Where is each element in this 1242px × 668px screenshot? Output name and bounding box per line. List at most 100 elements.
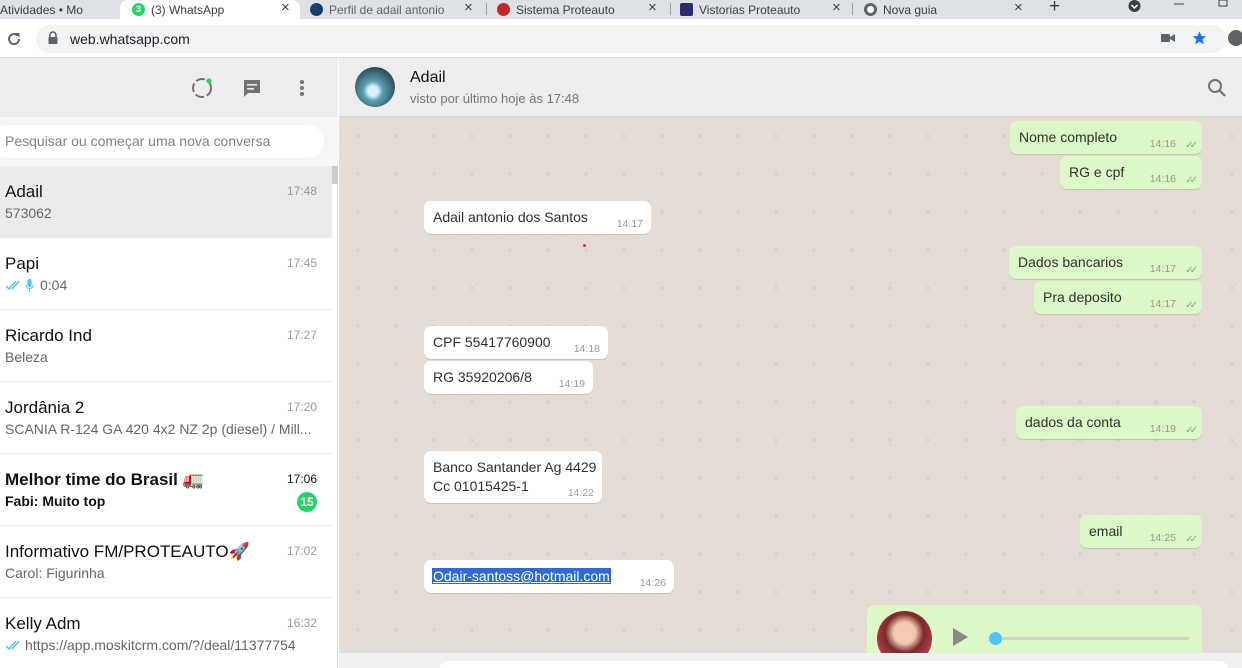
- chrome-tab-icon: [864, 3, 877, 16]
- chat-item-papi[interactable]: Papi 17:45 0:04: [0, 238, 332, 310]
- message-text: CPF 55417760900: [433, 334, 551, 350]
- tab-close-icon[interactable]: ×: [1014, 0, 1023, 19]
- message-time: 14:19: [1149, 423, 1176, 435]
- chat-name: Papi: [5, 254, 40, 273]
- chat-item-melhor-time[interactable]: Melhor time do Brasil 🚛 17:06 Fabi: Muit…: [0, 454, 332, 526]
- tab-title: Nova guia: [883, 2, 938, 17]
- tab-title: (3) WhatsApp: [151, 2, 225, 17]
- reload-icon[interactable]: [6, 31, 22, 47]
- message-time: 14:26: [639, 577, 666, 589]
- message-bubble-incoming[interactable]: RG 35920206/8 14:19: [424, 361, 593, 394]
- tab-title: Sistema Proteauto: [516, 2, 615, 17]
- browser-tab-sistema[interactable]: Sistema Proteauto: [497, 0, 647, 19]
- message-text-line2: Cc 01015425-1: [433, 478, 529, 494]
- message-bubble-incoming[interactable]: Odair-santoss@hotmail.com 14:26: [424, 560, 674, 593]
- message-bubble-incoming[interactable]: CPF 55417760900 14:18: [424, 326, 608, 359]
- chat-item-ricardo-ind[interactable]: Ricardo Ind 17:27 Beleza: [0, 310, 332, 382]
- delivered-ticks-icon: ✓✓: [1185, 300, 1198, 311]
- bookmark-star-icon[interactable]: [1191, 30, 1208, 46]
- chat-preview: SCANIA R-124 GA 420 4x2 NZ 2p (diesel) /…: [5, 421, 312, 437]
- chat-item-jordania-2[interactable]: Jordânia 2 17:20 SCANIA R-124 GA 420 4x2…: [0, 382, 332, 454]
- browser-tab-vistorias[interactable]: Vistorias Proteauto: [680, 0, 830, 19]
- delivered-ticks-icon: ✓✓: [1185, 425, 1198, 436]
- message-time: 14:25: [1149, 532, 1176, 544]
- chat-time: 17:06: [286, 472, 317, 486]
- search-placeholder: Pesquisar ou começar uma nova conversa: [5, 133, 271, 149]
- chat-sidebar: Pesquisar ou começar uma nova conversa A…: [0, 58, 338, 668]
- unread-badge: 15: [297, 492, 317, 512]
- menu-icon[interactable]: [292, 78, 312, 98]
- minimize-window-icon[interactable]: [1172, 0, 1186, 14]
- new-chat-icon[interactable]: [242, 78, 262, 98]
- address-bar[interactable]: [36, 25, 1226, 53]
- chat-time: 17:27: [286, 328, 317, 342]
- chat-name: Ricardo Ind: [5, 326, 92, 345]
- message-text: Nome completo: [1019, 129, 1118, 145]
- tab-close-icon[interactable]: ×: [648, 0, 657, 19]
- browser-tab-whatsapp[interactable]: 3 (3) WhatsApp: [120, 0, 300, 19]
- profile-dropdown-icon[interactable]: [1127, 0, 1142, 14]
- sidebar-scrollbar[interactable]: [332, 166, 338, 184]
- browser-tab-perfil[interactable]: Perfil de adail antonio: [310, 0, 460, 19]
- url-text: web.whatsapp.com: [70, 31, 190, 47]
- chat-item-kelly-adm[interactable]: Kelly Adm 16:32 https://app.moskitcrm.co…: [0, 598, 332, 668]
- delivered-ticks-icon: ✓✓: [1185, 175, 1198, 186]
- conversation-header[interactable]: Adail visto por último hoje às 17:48: [339, 58, 1242, 117]
- chat-time: 16:32: [286, 616, 317, 630]
- voice-sender-avatar: [877, 611, 932, 653]
- message-bubble-outgoing[interactable]: Nome completo 14:16 ✓✓: [1010, 121, 1202, 154]
- chat-item-adail[interactable]: Adail 17:48 573062: [0, 166, 332, 238]
- tab-title: Vistorias Proteauto: [699, 2, 801, 17]
- read-ticks-icon: [5, 280, 20, 291]
- voice-message-bubble[interactable]: [867, 605, 1202, 653]
- browser-tab-nova-guia[interactable]: Nova guia: [864, 0, 1014, 19]
- voice-progress-handle[interactable]: [989, 632, 1002, 645]
- message-bubble-incoming[interactable]: Banco Santander Ag 4429 Cc 01015425-1 14…: [424, 451, 602, 503]
- read-ticks-icon: [5, 640, 20, 651]
- play-icon[interactable]: [950, 627, 970, 647]
- message-bubble-outgoing[interactable]: RG e cpf 14:16 ✓✓: [1060, 156, 1202, 189]
- voice-progress-track[interactable]: [995, 637, 1189, 640]
- contact-avatar[interactable]: [355, 67, 395, 107]
- tab-close-icon[interactable]: ×: [281, 0, 290, 19]
- new-tab-button[interactable]: +: [1049, 0, 1060, 19]
- message-time: 14:17: [1149, 298, 1176, 310]
- message-time: 14:17: [1149, 263, 1176, 275]
- browser-tab-atividades[interactable]: Atividades • Mo: [0, 0, 118, 19]
- chat-item-informativo[interactable]: Informativo FM/PROTEAUTO🚀 17:02 Carol: F…: [0, 526, 332, 598]
- message-time: 14:19: [558, 378, 585, 390]
- message-bubble-outgoing[interactable]: Pra deposito 14:17 ✓✓: [1034, 281, 1202, 314]
- tab-close-icon[interactable]: ×: [832, 0, 841, 19]
- chat-name: Melhor time do Brasil 🚛: [5, 470, 204, 489]
- compose-bar: [339, 653, 1242, 668]
- chat-name: Jordânia 2: [5, 398, 85, 417]
- chat-preview: https://app.moskitcrm.com/?/deal/1137775…: [25, 637, 296, 653]
- chat-time: 17:45: [286, 256, 317, 270]
- microphone-icon: [25, 279, 34, 292]
- message-time: 14:16: [1149, 138, 1176, 150]
- tab-title: Perfil de adail antonio: [329, 2, 445, 17]
- camera-blocked-icon[interactable]: [1161, 32, 1175, 44]
- lock-icon[interactable]: [47, 31, 59, 45]
- search-icon[interactable]: [1207, 78, 1227, 98]
- last-seen-status: visto por último hoje às 17:48: [410, 91, 580, 106]
- message-input[interactable]: [439, 661, 1229, 668]
- message-text: email: [1089, 523, 1123, 539]
- message-bubble-incoming[interactable]: Adail antonio dos Santos 14:17: [424, 201, 651, 234]
- delivered-ticks-icon: ✓✓: [1185, 265, 1198, 276]
- cursor-dot: [583, 244, 586, 247]
- tab-close-icon[interactable]: ×: [464, 0, 473, 19]
- restore-window-icon[interactable]: [1216, 0, 1230, 14]
- delivered-ticks-icon: ✓✓: [1185, 140, 1198, 151]
- chat-preview: Fabi: Muito top: [5, 493, 106, 509]
- message-bubble-outgoing[interactable]: email 14:25 ✓✓: [1080, 515, 1202, 548]
- profile-avatar[interactable]: [1228, 30, 1242, 46]
- message-bubble-outgoing[interactable]: Dados bancarios 14:17 ✓✓: [1009, 246, 1202, 279]
- chat-time: 17:48: [286, 184, 317, 198]
- email-link[interactable]: Odair-santoss@hotmail.com: [432, 568, 611, 584]
- chat-preview: Carol: Figurinha: [5, 565, 105, 581]
- status-icon[interactable]: [191, 77, 213, 99]
- message-text: RG 35920206/8: [433, 369, 532, 385]
- message-text: dados da conta: [1025, 414, 1121, 430]
- message-bubble-outgoing[interactable]: dados da conta 14:19 ✓✓: [1016, 406, 1202, 439]
